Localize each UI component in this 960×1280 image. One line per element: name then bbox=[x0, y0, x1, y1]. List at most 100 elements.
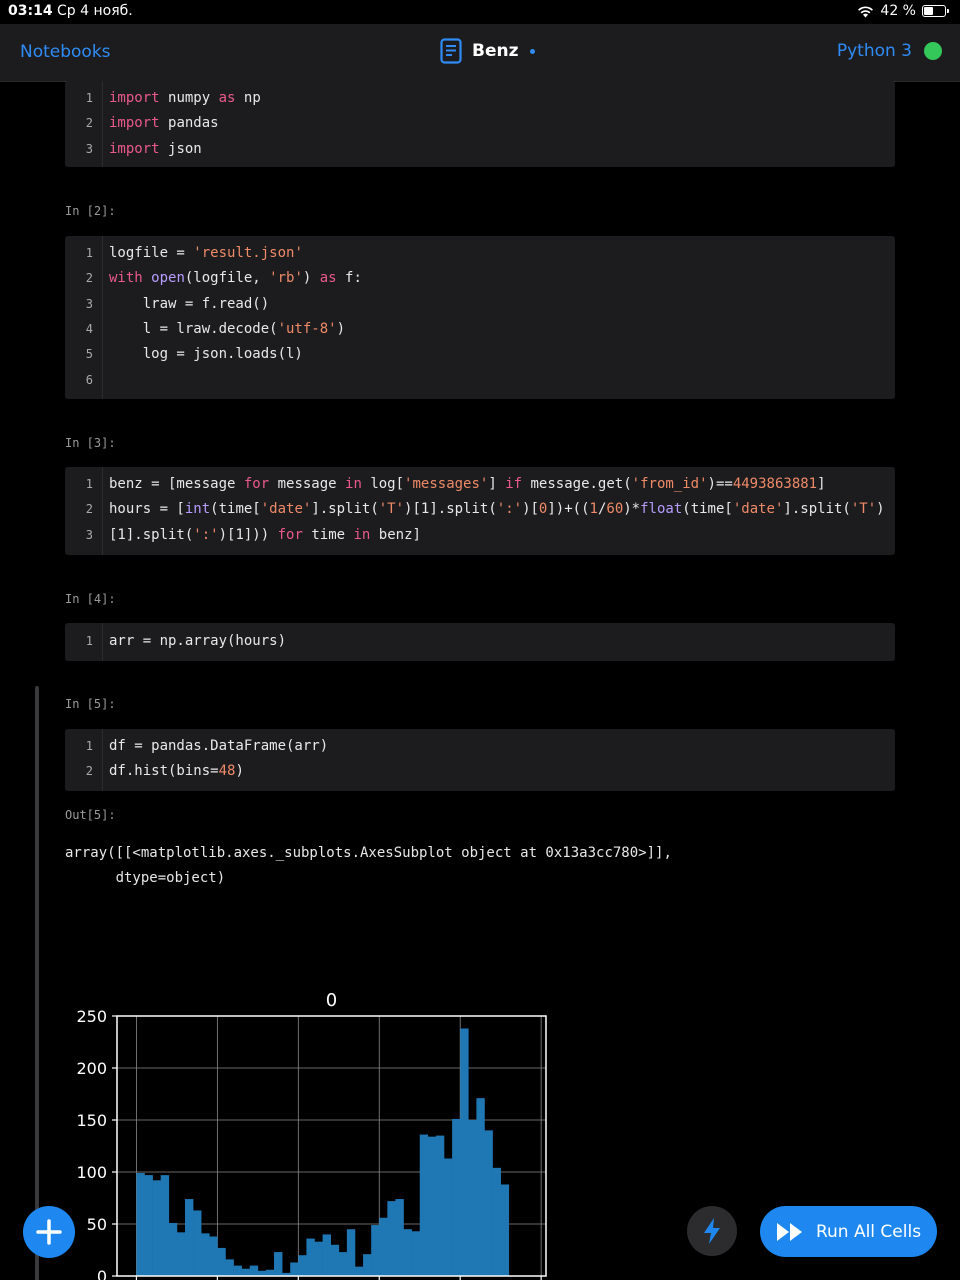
run-all-cells-button[interactable]: Run All Cells bbox=[760, 1206, 937, 1257]
code-token: np bbox=[243, 90, 261, 106]
code-text[interactable]: [1].split(':')[1])) for time in benz] bbox=[109, 523, 421, 548]
code-token: (time[ bbox=[210, 501, 261, 518]
chart-title: 0 bbox=[326, 990, 337, 1011]
code-text[interactable]: benz = [message for message in log['mess… bbox=[109, 472, 826, 497]
code-token: numpy bbox=[168, 90, 211, 106]
code-cell[interactable]: 1 arr = np.array(hours) bbox=[65, 623, 895, 661]
code-text[interactable]: with open(logfile, 'rb') as f: bbox=[109, 266, 362, 291]
code-cell[interactable]: 1 import numpy as np 2 import pandas 3 import… bbox=[65, 81, 895, 167]
code-token: as bbox=[218, 90, 236, 106]
code-line: 3 [1].split(':')[1])) for time in benz] bbox=[65, 523, 895, 548]
code-text[interactable]: df.hist(bins=48) bbox=[109, 759, 244, 784]
code-text[interactable]: hours = [int(time['date'].split('T')[1].… bbox=[109, 497, 885, 522]
code-text[interactable]: l = lraw.decode('utf-8') bbox=[109, 317, 345, 342]
histogram-bar bbox=[249, 1265, 259, 1276]
histogram-bar bbox=[193, 1210, 202, 1276]
kernel-selector[interactable]: Python 3 bbox=[837, 41, 942, 61]
code-text[interactable]: import pandas bbox=[109, 111, 219, 136]
code-token: log[ bbox=[370, 476, 405, 492]
add-cell-button[interactable] bbox=[23, 1206, 75, 1258]
code-token: logfile = bbox=[109, 245, 194, 261]
code-token: 48 bbox=[218, 763, 236, 780]
histogram-bar bbox=[460, 1028, 469, 1276]
code-cell[interactable]: 1 df = pandas.DataFrame(arr) 2 df.hist(bins… bbox=[65, 729, 895, 791]
line-number: 3 bbox=[85, 527, 93, 542]
run-all-label: Run All Cells bbox=[815, 1221, 922, 1242]
histogram-bar bbox=[354, 1266, 364, 1276]
code-text[interactable]: import numpy as np bbox=[109, 86, 261, 111]
notebooks-back-button[interactable]: Notebooks bbox=[20, 42, 111, 62]
code-token: 1 bbox=[589, 501, 598, 518]
code-token: 'T' bbox=[378, 501, 405, 518]
code-token: df.hist(bins= bbox=[109, 763, 219, 780]
code-token: ].split( bbox=[311, 501, 379, 518]
code-text[interactable]: log = json.loads(l) bbox=[109, 342, 303, 367]
histogram-bar bbox=[298, 1255, 307, 1276]
code-text[interactable]: import json bbox=[109, 137, 202, 162]
histogram-bar bbox=[322, 1234, 331, 1276]
code-token: 'rb' bbox=[269, 270, 303, 287]
code-token: benz = [message bbox=[109, 476, 244, 492]
histogram-bar bbox=[176, 1232, 186, 1276]
histogram-bar bbox=[468, 1120, 477, 1276]
histogram-bar bbox=[217, 1247, 226, 1276]
code-token: ) bbox=[302, 270, 320, 287]
histogram-bar bbox=[257, 1270, 267, 1276]
notebook-title[interactable]: Benz bbox=[440, 38, 536, 64]
code-token: json bbox=[168, 140, 202, 157]
code-token: 'date' bbox=[260, 501, 312, 518]
histogram-bar bbox=[152, 1180, 162, 1276]
histogram-bar bbox=[184, 1199, 194, 1276]
code-token: time bbox=[311, 526, 354, 543]
code-cell[interactable]: 1 logfile = 'result.json' 2 with open(logfi… bbox=[65, 236, 895, 399]
code-line: 1 benz = [message for message in log['mes… bbox=[65, 472, 895, 497]
histogram-bar bbox=[209, 1236, 218, 1276]
histogram-bar bbox=[290, 1262, 299, 1276]
line-number: 2 bbox=[85, 764, 93, 779]
code-token: import bbox=[109, 115, 160, 132]
code-token: df = pandas.DataFrame(arr) bbox=[109, 738, 329, 754]
code-token: )[1].split( bbox=[404, 501, 497, 518]
histogram-bar bbox=[144, 1175, 153, 1276]
histogram-bar bbox=[411, 1231, 421, 1276]
y-tick-label: 250 bbox=[76, 1007, 107, 1026]
code-line: 6 bbox=[65, 368, 895, 393]
code-token: [1].split( bbox=[109, 526, 194, 543]
output-line: array([[<matplotlib.axes._subplots.AxesS… bbox=[65, 845, 672, 861]
histogram-bar bbox=[160, 1175, 170, 1276]
code-token: arr = np.array(hours) bbox=[109, 633, 287, 649]
code-token: ) bbox=[235, 763, 244, 780]
quick-actions-button[interactable] bbox=[687, 1206, 737, 1256]
code-token: with bbox=[109, 270, 143, 287]
code-token: )* bbox=[623, 501, 641, 518]
kernel-status-indicator bbox=[924, 42, 942, 60]
histogram-bar bbox=[427, 1136, 437, 1276]
code-text[interactable]: df = pandas.DataFrame(arr) bbox=[109, 734, 328, 759]
status-bar: 03:14 Ср 4 нояб. 42 % bbox=[0, 0, 960, 24]
histogram-bar bbox=[500, 1184, 510, 1276]
cell-prompt: In [2]: bbox=[65, 204, 116, 218]
histogram-bar bbox=[330, 1244, 340, 1276]
code-text[interactable]: logfile = 'result.json' bbox=[109, 241, 303, 266]
histogram-bar bbox=[484, 1130, 493, 1276]
unsaved-indicator bbox=[530, 48, 536, 54]
plus-icon bbox=[36, 1219, 62, 1245]
histogram-bar bbox=[233, 1265, 242, 1276]
cell-prompt: In [4]: bbox=[65, 592, 116, 606]
histogram-bar bbox=[274, 1252, 283, 1276]
histogram-bar bbox=[314, 1241, 323, 1276]
battery-icon bbox=[922, 5, 949, 17]
cell-prompt: In [3]: bbox=[65, 436, 116, 450]
y-tick-label: 0 bbox=[97, 1267, 107, 1280]
notebook-content[interactable]: 1 import numpy as np 2 import pandas 3 import… bbox=[0, 81, 960, 1280]
battery-percent: 42 % bbox=[880, 3, 916, 19]
output-prompt: Out[5]: bbox=[65, 808, 116, 822]
code-token: import bbox=[109, 90, 160, 106]
code-cell[interactable]: 1 benz = [message for message in log['mes… bbox=[65, 467, 895, 555]
scroll-indicator[interactable] bbox=[35, 686, 39, 1280]
code-text[interactable]: arr = np.array(hours) bbox=[109, 629, 286, 654]
code-token: in bbox=[353, 526, 371, 543]
code-token: )== bbox=[707, 476, 733, 492]
code-text[interactable]: lraw = f.read() bbox=[109, 292, 269, 317]
histogram-bar bbox=[395, 1199, 404, 1276]
